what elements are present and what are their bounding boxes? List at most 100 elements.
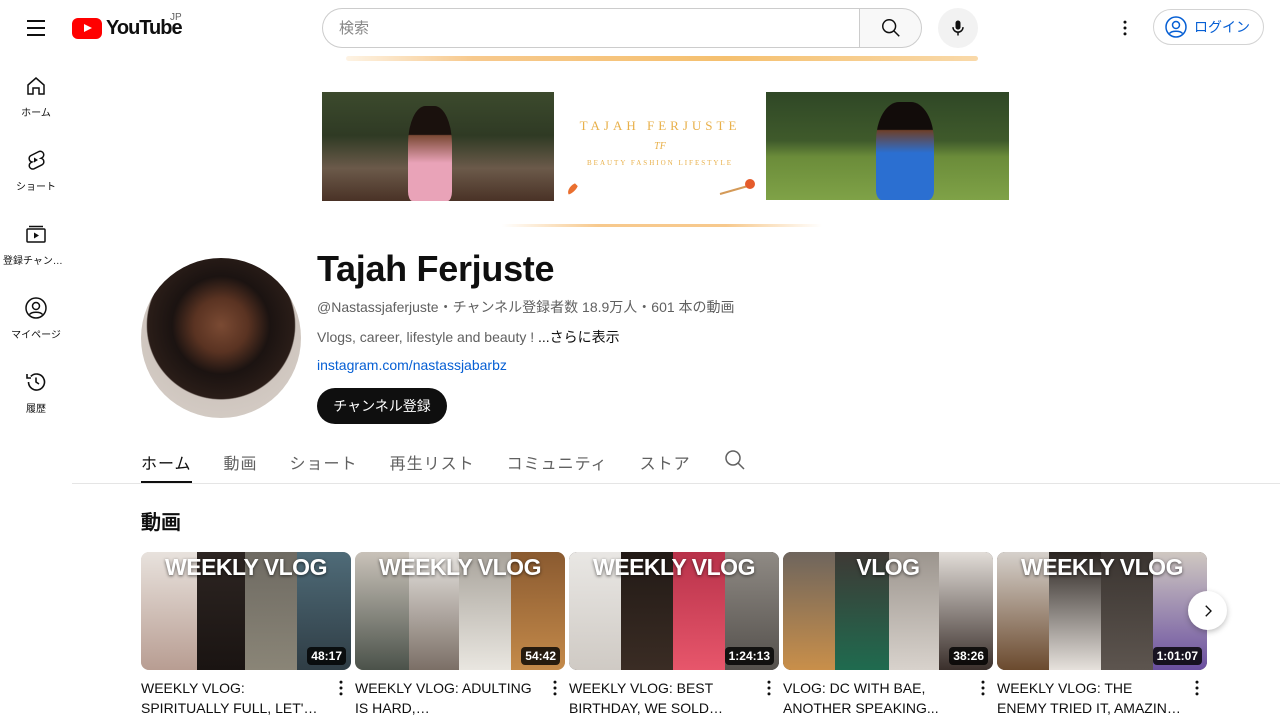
makeup-brush-icon xyxy=(719,179,755,195)
video-card[interactable]: WEEKLY VLOG 54:42 WEEKLY VLOG: ADULTING … xyxy=(355,552,565,718)
history-icon xyxy=(26,373,46,391)
tab-community[interactable]: コミュニティ xyxy=(507,436,608,483)
video-thumbnail[interactable]: WEEKLY VLOG 54:42 xyxy=(355,552,565,670)
account-circle-icon xyxy=(1165,16,1187,38)
sidebar-item-history[interactable]: 履歴 xyxy=(0,352,72,426)
channel-name: Tajah Ferjuste xyxy=(317,248,555,289)
video-shelf: WEEKLY VLOG 48:17 WEEKLY VLOG: SPIRITUAL… xyxy=(141,552,1280,720)
section-title: 動画 xyxy=(141,512,181,534)
video-menu-button[interactable] xyxy=(331,676,351,700)
voice-search-button[interactable] xyxy=(938,8,978,48)
shelf-next-button[interactable] xyxy=(1188,591,1227,630)
more-vert-icon xyxy=(981,680,985,696)
video-title[interactable]: WEEKLY VLOG: THE ENEMY TRIED IT, AMAZING… xyxy=(997,678,1181,718)
thumbnail-overlay-text: WEEKLY VLOG xyxy=(379,554,541,580)
search-input[interactable] xyxy=(322,8,859,48)
banner-brush-stroke xyxy=(346,56,978,61)
subscriptions-icon xyxy=(26,225,46,243)
video-title[interactable]: VLOG: DC WITH BAE, ANOTHER SPEAKING... xyxy=(783,678,967,718)
video-menu-button[interactable] xyxy=(545,676,565,700)
tab-home[interactable]: ホーム xyxy=(141,436,192,483)
sidebar: ホーム ショート 登録チャンネル マイページ 履歴 xyxy=(0,56,72,426)
login-button[interactable]: ログイン xyxy=(1153,9,1264,45)
sidebar-item-home[interactable]: ホーム xyxy=(0,56,72,130)
sidebar-item-you[interactable]: マイページ xyxy=(0,278,72,352)
video-thumbnail[interactable]: WEEKLY VLOG 1:01:07 xyxy=(997,552,1207,670)
sidebar-item-label: 履歴 xyxy=(26,404,46,415)
channel-search-icon[interactable] xyxy=(723,448,747,472)
video-title[interactable]: WEEKLY VLOG: ADULTING IS HARD, ACCOUNTAB… xyxy=(355,678,539,718)
settings-more-button[interactable] xyxy=(1105,8,1145,48)
more-vert-icon xyxy=(553,680,557,696)
thumbnail-overlay-text: WEEKLY VLOG xyxy=(165,554,327,580)
video-menu-button[interactable] xyxy=(1187,676,1207,700)
tab-videos[interactable]: 動画 xyxy=(224,436,258,483)
search-icon xyxy=(881,19,900,37)
video-card[interactable]: WEEKLY VLOG 1:24:13 WEEKLY VLOG: BEST BI… xyxy=(569,552,779,718)
video-menu-button[interactable] xyxy=(759,676,779,700)
shorts-icon xyxy=(28,150,45,170)
video-duration: 1:01:07 xyxy=(1152,647,1202,665)
video-duration: 38:26 xyxy=(949,647,988,665)
nail-polish-icon xyxy=(568,183,578,195)
home-icon xyxy=(27,77,45,95)
video-card[interactable]: VLOG 38:26 VLOG: DC WITH BAE, ANOTHER SP… xyxy=(783,552,993,718)
sidebar-item-label: マイページ xyxy=(11,330,61,341)
sidebar-item-label: ショート xyxy=(16,182,56,193)
banner-name: TAJAH FERJUSTE xyxy=(579,118,741,133)
banner-logo-area: TAJAH FERJUSTE TF BEAUTY FASHION LIFESTY… xyxy=(554,92,766,201)
subscribe-button[interactable]: チャンネル登録 xyxy=(317,388,447,424)
you-icon xyxy=(25,297,47,319)
thumbnail-overlay-text: VLOG xyxy=(856,554,920,580)
more-vert-icon xyxy=(1195,680,1199,696)
channel-tabs: ホーム 動画 ショート 再生リスト コミュニティ ストア xyxy=(141,436,747,484)
menu-button[interactable] xyxy=(16,8,56,48)
tab-store[interactable]: ストア xyxy=(640,436,691,483)
sidebar-item-label: ホーム xyxy=(21,108,51,119)
video-thumbnail[interactable]: WEEKLY VLOG 1:24:13 xyxy=(569,552,779,670)
channel-avatar xyxy=(141,258,301,418)
thumbnail-overlay-text: WEEKLY VLOG xyxy=(593,554,755,580)
search-bar xyxy=(322,8,922,48)
channel-description[interactable]: Vlogs, career, lifestyle and beauty ! ..… xyxy=(317,327,620,347)
video-thumbnail[interactable]: VLOG 38:26 xyxy=(783,552,993,670)
tab-shorts[interactable]: ショート xyxy=(290,436,358,483)
video-card[interactable]: WEEKLY VLOG 48:17 WEEKLY VLOG: SPIRITUAL… xyxy=(141,552,351,718)
menu-icon xyxy=(27,20,45,22)
sidebar-item-subscriptions[interactable]: 登録チャンネル xyxy=(0,204,72,278)
more-vert-icon xyxy=(767,680,771,696)
banner-tagline: BEAUTY FASHION LIFESTYLE xyxy=(587,159,733,167)
channel-meta: @Nastassjaferjuste・チャンネル登録者数 18.9万人・601 … xyxy=(317,299,735,315)
show-more-link[interactable]: ...さらに表示 xyxy=(538,329,620,345)
sidebar-item-label: 登録チャンネル xyxy=(3,256,69,267)
more-vert-icon xyxy=(1123,20,1127,36)
channel-banner: TAJAH FERJUSTE TF BEAUTY FASHION LIFESTY… xyxy=(322,56,1010,228)
channel-external-link[interactable]: instagram.com/nastassjabarbz xyxy=(317,357,507,373)
video-menu-button[interactable] xyxy=(973,676,993,700)
video-duration: 54:42 xyxy=(521,647,560,665)
login-label: ログイン xyxy=(1194,19,1250,35)
video-duration: 48:17 xyxy=(307,647,346,665)
video-title[interactable]: WEEKLY VLOG: SPIRITUALLY FULL, LET'S ADD… xyxy=(141,678,325,718)
video-duration: 1:24:13 xyxy=(724,647,774,665)
banner-photo-left xyxy=(322,92,554,201)
microphone-icon xyxy=(952,20,964,36)
video-thumbnail[interactable]: WEEKLY VLOG 48:17 xyxy=(141,552,351,670)
video-title[interactable]: WEEKLY VLOG: BEST BIRTHDAY, WE SOLD OUT,… xyxy=(569,678,753,718)
region-code: JP xyxy=(170,12,182,23)
youtube-logo[interactable]: YouTube xyxy=(72,17,183,40)
tabs-divider xyxy=(72,483,1280,484)
thumbnail-overlay-text: WEEKLY VLOG xyxy=(1021,554,1183,580)
chevron-right-icon xyxy=(1204,604,1212,617)
youtube-play-icon xyxy=(72,18,102,39)
banner-brush-stroke-bottom xyxy=(502,224,822,227)
more-vert-icon xyxy=(339,680,343,696)
video-card[interactable]: WEEKLY VLOG 1:01:07 WEEKLY VLOG: THE ENE… xyxy=(997,552,1207,718)
top-bar: YouTube JP ログイン xyxy=(0,0,1280,56)
sidebar-item-shorts[interactable]: ショート xyxy=(0,130,72,204)
search-button[interactable] xyxy=(859,8,922,48)
banner-initials: TF xyxy=(654,141,666,152)
banner-photo-right xyxy=(766,92,1009,200)
tab-playlists[interactable]: 再生リスト xyxy=(390,436,475,483)
channel-description-text: Vlogs, career, lifestyle and beauty ! xyxy=(317,329,535,345)
